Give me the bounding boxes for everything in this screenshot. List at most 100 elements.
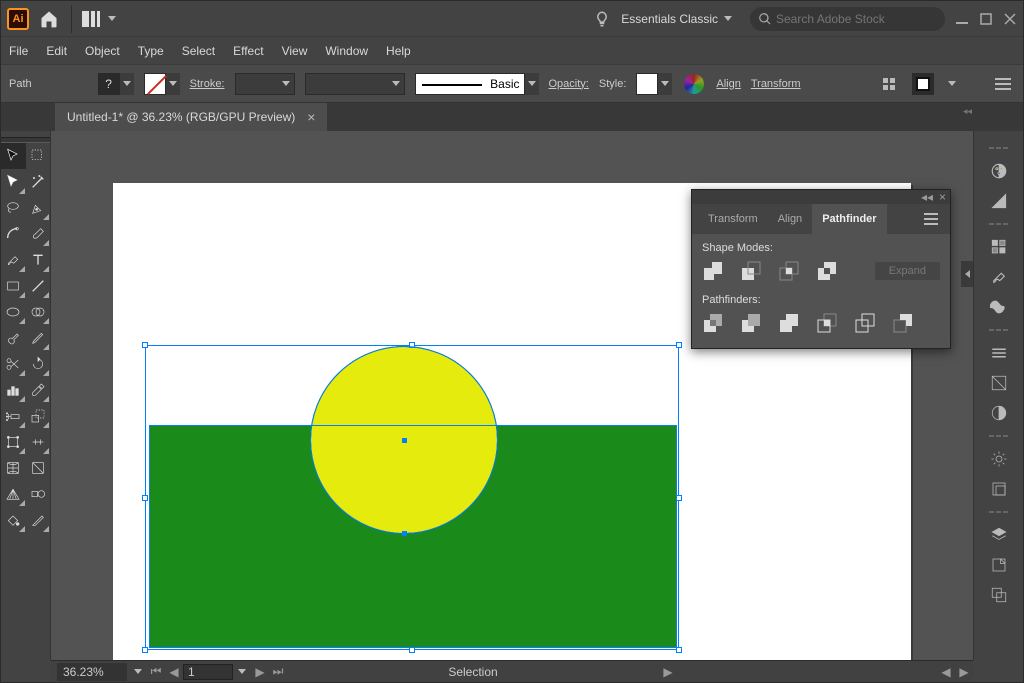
panel-grip[interactable]	[986, 223, 1012, 231]
outline-icon[interactable]	[854, 312, 876, 334]
selection-handle[interactable]	[142, 647, 148, 653]
tab-pathfinder[interactable]: Pathfinder	[812, 204, 886, 234]
selection-handle[interactable]	[409, 647, 415, 653]
menu-edit[interactable]: Edit	[46, 44, 67, 58]
zoom-dropdown[interactable]	[129, 663, 147, 681]
ellipse-tool[interactable]	[1, 299, 26, 325]
brush-definition[interactable]: Basic	[415, 73, 525, 95]
blend-tool[interactable]	[26, 481, 51, 507]
status-scroll-left[interactable]: ◀	[937, 663, 955, 681]
scale-tool[interactable]	[26, 403, 51, 429]
artboard-number-field[interactable]: 1	[183, 664, 233, 680]
menu-type[interactable]: Type	[138, 44, 164, 58]
maximize-button[interactable]	[979, 12, 993, 26]
tab-align[interactable]: Align	[768, 204, 812, 234]
type-tool[interactable]	[26, 247, 51, 273]
pencil-tool[interactable]	[26, 325, 51, 351]
selection-handle[interactable]	[142, 342, 148, 348]
crop-icon[interactable]	[816, 312, 838, 334]
selection-handle[interactable]	[142, 495, 148, 501]
eyedropper-tool[interactable]	[26, 377, 51, 403]
transparency-panel-icon[interactable]	[985, 399, 1013, 427]
brush-dropdown[interactable]	[525, 73, 539, 95]
panel-collapse-icon[interactable]: ◂◂	[921, 190, 933, 204]
panel-flyout-icon[interactable]: ◂◂	[963, 106, 972, 117]
blob-brush-tool[interactable]	[1, 325, 26, 351]
paintbrush-tool[interactable]	[26, 221, 51, 247]
panel-grip[interactable]	[986, 147, 1012, 155]
control-menu-icon[interactable]	[991, 72, 1015, 96]
minus-back-icon[interactable]	[892, 312, 914, 334]
stroke-dropdown[interactable]	[166, 73, 180, 95]
gradient-tool[interactable]	[26, 455, 51, 481]
last-artboard-icon[interactable]: ⏭	[269, 663, 287, 681]
panel-grip[interactable]	[986, 511, 1012, 519]
minus-front-icon[interactable]	[740, 260, 762, 282]
variable-width-profile[interactable]	[305, 73, 405, 95]
live-paint-bucket-tool[interactable]	[1, 507, 26, 533]
graphic-styles-panel-icon[interactable]	[985, 475, 1013, 503]
zoom-field[interactable]: 36.23%	[57, 663, 127, 681]
search-stock[interactable]	[750, 7, 945, 31]
panel-titlebar[interactable]: ◂◂ ×	[692, 190, 950, 204]
selection-handle[interactable]	[676, 647, 682, 653]
width-tool[interactable]	[26, 429, 51, 455]
rotate-tool[interactable]	[26, 351, 51, 377]
selection-handle[interactable]	[676, 342, 682, 348]
canvas[interactable]: ◂◂ × Transform Align Pathfinder Shape Mo…	[51, 131, 973, 660]
perspective-grid-tool[interactable]	[1, 481, 26, 507]
menu-select[interactable]: Select	[182, 44, 215, 58]
workspace-switcher[interactable]: Essentials Classic	[621, 12, 732, 26]
discover-icon[interactable]	[589, 6, 615, 32]
intersect-icon[interactable]	[778, 260, 800, 282]
pathfinder-panel[interactable]: ◂◂ × Transform Align Pathfinder Shape Mo…	[691, 189, 951, 349]
stroke-swatch[interactable]	[144, 73, 166, 95]
layers-panel-icon[interactable]	[985, 521, 1013, 549]
mesh-tool[interactable]	[1, 455, 26, 481]
stroke-panel-icon[interactable]	[985, 339, 1013, 367]
opacity-label[interactable]: Opacity:	[549, 78, 589, 90]
stroke-weight-field[interactable]	[235, 73, 295, 95]
status-scroll-right[interactable]: ▶	[955, 663, 973, 681]
home-icon[interactable]	[37, 7, 61, 31]
artboards-panel-icon[interactable]	[985, 581, 1013, 609]
appearance-panel-icon[interactable]	[985, 445, 1013, 473]
graphic-style-swatch[interactable]	[636, 73, 658, 95]
divide-icon[interactable]	[702, 312, 724, 334]
swatches-panel-icon[interactable]	[985, 233, 1013, 261]
close-button[interactable]	[1003, 12, 1017, 26]
panel-grip[interactable]	[986, 435, 1012, 443]
transform-link[interactable]: Transform	[751, 78, 801, 90]
unite-icon[interactable]	[702, 260, 724, 282]
panel-menu-icon[interactable]	[918, 204, 944, 234]
search-input[interactable]	[750, 7, 945, 31]
merge-icon[interactable]	[778, 312, 800, 334]
symbol-sprayer-tool[interactable]	[1, 403, 26, 429]
menu-effect[interactable]: Effect	[233, 44, 263, 58]
fill-swatch[interactable]: ?	[98, 73, 120, 95]
color-panel-icon[interactable]	[985, 157, 1013, 185]
graphic-style-dropdown[interactable]	[658, 73, 672, 95]
align-to-pixel-icon[interactable]	[877, 72, 901, 96]
scissors-tool[interactable]	[1, 351, 26, 377]
panel-grip[interactable]	[986, 329, 1012, 337]
free-transform-tool[interactable]	[1, 429, 26, 455]
shape-builder-tool[interactable]	[26, 299, 51, 325]
artboard-dropdown[interactable]	[233, 663, 251, 681]
gradient-panel-icon[interactable]	[985, 369, 1013, 397]
brushes-panel-icon[interactable]	[985, 263, 1013, 291]
brush-tool[interactable]	[1, 247, 26, 273]
color-guide-panel-icon[interactable]	[985, 187, 1013, 215]
arrange-documents-dropdown[interactable]	[82, 11, 116, 27]
recolor-artwork-icon[interactable]	[682, 72, 706, 96]
selection-handle[interactable]	[676, 495, 682, 501]
panel-close-icon[interactable]: ×	[939, 190, 946, 204]
line-tool[interactable]	[26, 273, 51, 299]
expand-panels-icon[interactable]	[961, 261, 973, 287]
prev-artboard-icon[interactable]: ◀	[165, 663, 183, 681]
document-tab[interactable]: Untitled-1* @ 36.23% (RGB/GPU Preview) ×	[55, 103, 327, 131]
asset-export-panel-icon[interactable]	[985, 551, 1013, 579]
exclude-icon[interactable]	[816, 260, 838, 282]
curvature-tool[interactable]	[1, 221, 26, 247]
artboard-tool-icon[interactable]	[26, 143, 51, 169]
